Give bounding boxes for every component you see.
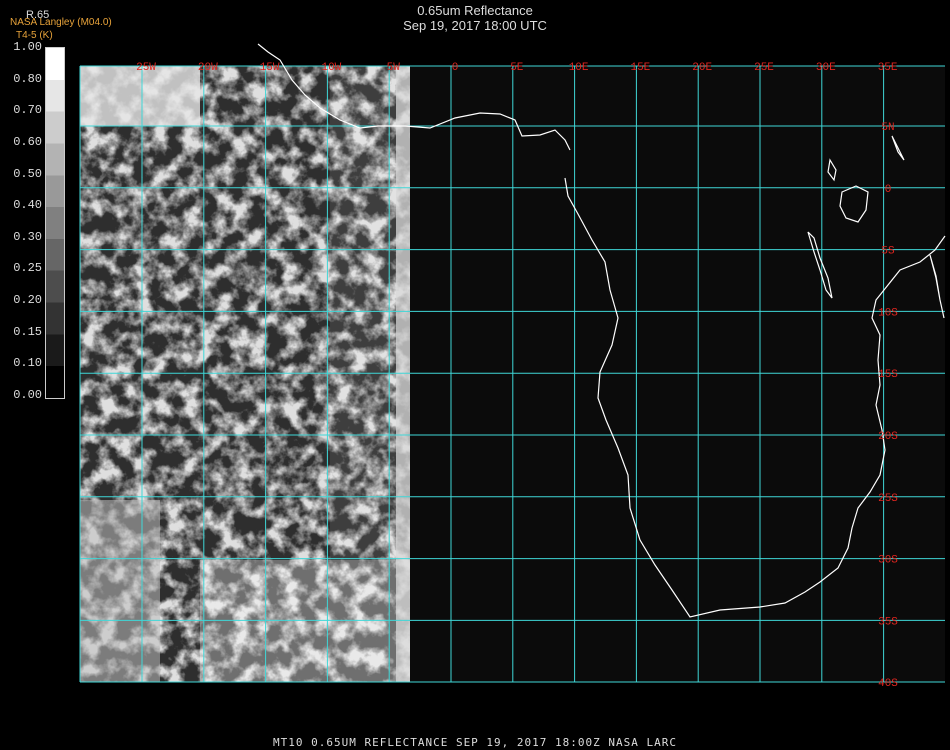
longitude-label: 15W: [260, 62, 280, 74]
longitude-label: 0: [452, 62, 459, 74]
longitude-label: 20E: [692, 62, 712, 74]
footer-caption: MT10 0.65UM REFLECTANCE SEP 19, 2017 18:…: [273, 736, 677, 749]
latitude-label: 10S: [878, 307, 898, 319]
longitude-label: 20W: [198, 62, 218, 74]
longitude-label: 5E: [510, 62, 524, 74]
longitude-label: 5W: [387, 62, 401, 74]
latitude-label: 20S: [878, 431, 898, 443]
latitude-label: 25S: [878, 493, 898, 505]
longitude-label: 35E: [878, 62, 898, 74]
longitude-label: 10W: [321, 62, 341, 74]
latitude-label: 15S: [878, 369, 898, 381]
imagery-swath: [80, 66, 410, 682]
latitude-label: 5N: [881, 122, 894, 134]
latitude-label: 5S: [881, 246, 895, 258]
longitude-label: 25E: [754, 62, 774, 74]
longitude-label: 10E: [569, 62, 589, 74]
latitude-label: 0: [885, 184, 892, 196]
longitude-label: 25W: [136, 62, 156, 74]
latitude-label: 40S: [878, 678, 898, 690]
longitude-label: 15E: [630, 62, 650, 74]
satellite-map: 25W 20W 15W 10W 5W 0 5E 10E 15E 20E 25E 30E 35E 5N 0 5…: [79, 43, 946, 690]
longitude-label: 30E: [816, 62, 836, 74]
latitude-label: 30S: [878, 555, 898, 567]
latitude-label: 35S: [878, 616, 898, 628]
